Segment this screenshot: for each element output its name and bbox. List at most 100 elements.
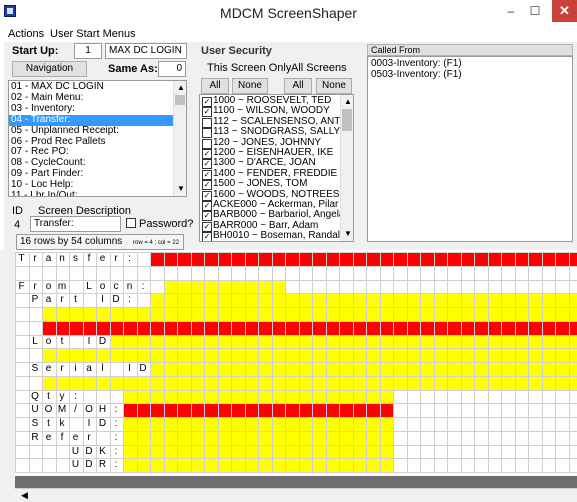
- navigation-button[interactable]: Navigation: [12, 61, 87, 77]
- startup-number-field[interactable]: 1: [74, 43, 102, 59]
- row-col-position: row = 4 ; col = 22: [133, 240, 180, 246]
- grid-char: U: [71, 445, 80, 457]
- grid-char: r: [60, 294, 64, 306]
- rows-cols-text: 16 rows by 54 columns: [20, 236, 123, 247]
- user-label: 113 ~ SNODGRASS, SALLY: [213, 126, 341, 138]
- grid-char: P: [31, 294, 39, 306]
- grid-char: S: [31, 418, 39, 429]
- grid-char: D: [98, 335, 107, 347]
- password-checkbox[interactable]: [126, 218, 136, 228]
- scroll-up-icon[interactable]: ▲: [177, 83, 185, 92]
- grid-char: S: [31, 363, 39, 374]
- scroll-thumb[interactable]: [342, 109, 352, 131]
- user-label: 1100 ~ WILSON, WOODY: [213, 105, 330, 117]
- field-band[interactable]: [150, 293, 577, 307]
- startup-name-field[interactable]: MAX DC LOGIN: [105, 43, 187, 59]
- screen-description-field[interactable]: Transfer:: [30, 216, 121, 232]
- grid-char: c: [113, 280, 119, 292]
- grid-char: m: [57, 280, 67, 292]
- grid-char: e: [72, 431, 79, 443]
- menus-scrollbar[interactable]: ▲ ▼: [173, 81, 186, 196]
- grid-char: r: [60, 363, 64, 374]
- grid-char: f: [87, 253, 91, 264]
- user-label: 1400 ~ FENDER, FREDDIE: [213, 167, 338, 179]
- menu-list-item[interactable]: 04 - Transfer:: [9, 114, 173, 126]
- close-button[interactable]: ✕: [552, 0, 577, 22]
- grid-char: t: [47, 418, 50, 429]
- grid-char: r: [114, 253, 118, 264]
- this-screen-none-button[interactable]: None: [232, 78, 268, 94]
- horizontal-scrollbar[interactable]: ◀: [15, 488, 577, 502]
- grid-char: e: [45, 363, 52, 374]
- grid-char: k: [59, 418, 65, 429]
- grid-char: i: [74, 363, 77, 374]
- grid-char: :: [114, 459, 118, 471]
- screen-grid[interactable]: Transfer:FromLocn:PartID:LotIDSerialIDQt…: [15, 252, 577, 476]
- user-label: 1500 ~ JONES, TOM: [213, 178, 308, 190]
- grid-char: r: [33, 253, 37, 264]
- grid-char: :: [114, 404, 118, 416]
- user-security-list[interactable]: ✓ 1000 ~ ROOSEVELT, TED ✓ 1100 ~ WILSON, WO…: [199, 94, 354, 242]
- grid-char: U: [31, 404, 39, 416]
- called-from-list[interactable]: 0003-Inventory: (F1) 0503-Inventory: (F1…: [367, 56, 573, 242]
- security-scrollbar[interactable]: ▲ ▼: [340, 95, 353, 241]
- grid-char: :: [114, 431, 118, 443]
- grid-char: f: [60, 431, 64, 443]
- this-screen-only-label: This Screen Only: [207, 62, 292, 74]
- grid-char: I: [101, 294, 104, 306]
- grid-char: :: [114, 445, 118, 457]
- menu-list-item[interactable]: 11 - Lbr In/Out:: [9, 190, 173, 196]
- scroll-up-icon[interactable]: ▲: [344, 97, 352, 106]
- grid-char: /: [74, 404, 77, 416]
- grid-char: Q: [31, 390, 39, 402]
- menu-list-item[interactable]: 05 - Unplanned Receipt:: [9, 125, 173, 137]
- this-screen-all-button[interactable]: All: [201, 78, 229, 94]
- menu-actions[interactable]: Actions: [8, 28, 44, 40]
- scroll-left-icon[interactable]: ◀: [21, 490, 28, 501]
- grid-char: y: [59, 390, 65, 402]
- user-checkbox[interactable]: ✓: [202, 232, 212, 241]
- grid-char: l: [101, 363, 104, 374]
- grid-char: :: [74, 390, 77, 402]
- user-security-title: User Security: [201, 45, 272, 57]
- user-label: 112 ~ SCALENSENSO, ANTONIO: [213, 115, 354, 127]
- field-band[interactable]: [163, 279, 285, 294]
- menu-user-start-menus[interactable]: User Start Menus: [50, 28, 136, 40]
- grid-char: D: [98, 418, 107, 429]
- grid-char: r: [33, 280, 37, 292]
- user-label: BARR000 ~ Barr, Adam: [213, 219, 319, 231]
- password-label: Password?: [139, 218, 194, 230]
- called-from-item[interactable]: 0503-Inventory: (F1): [368, 69, 572, 81]
- field-band[interactable]: [109, 334, 577, 349]
- startup-label: Start Up:: [12, 45, 59, 57]
- scroll-down-icon[interactable]: ▼: [177, 184, 185, 193]
- scroll-down-icon[interactable]: ▼: [344, 229, 352, 238]
- user-label: 120 ~ JONES, JOHNNY: [213, 136, 322, 148]
- grid-char: L: [32, 335, 38, 347]
- grid-char: t: [74, 294, 77, 306]
- grid-char: n: [59, 253, 65, 264]
- same-as-label: Same As:: [108, 63, 158, 75]
- user-security-item[interactable]: ✓ BH0010 ~ Boseman, Randall: [201, 230, 342, 241]
- user-label: BARB000 ~ Barbariol, Angela: [213, 209, 345, 221]
- called-from-title: Called From: [371, 45, 421, 55]
- minimize-button[interactable]: –: [500, 2, 522, 20]
- all-screens-all-button[interactable]: All: [284, 78, 312, 94]
- grid-char: I: [128, 363, 131, 374]
- maximize-button[interactable]: ☐: [524, 2, 546, 20]
- grid-char: D: [85, 445, 93, 457]
- id-label: ID: [12, 205, 23, 217]
- field-band[interactable]: [150, 252, 577, 266]
- all-screens-none-button[interactable]: None: [316, 78, 352, 94]
- grid-char: a: [45, 294, 52, 306]
- same-as-field[interactable]: 0: [158, 61, 186, 77]
- menus-listbox[interactable]: 01 - MAX DC LOGIN 02 - Main Menu: 03 - Inv…: [8, 80, 187, 197]
- scroll-thumb[interactable]: [175, 95, 185, 105]
- screen-id-value: 4: [14, 219, 21, 231]
- grid-char: F: [18, 280, 25, 292]
- left-gutter: [0, 250, 15, 502]
- grid-char: o: [45, 335, 52, 347]
- grid-char: U: [71, 459, 80, 471]
- field-band[interactable]: [150, 362, 577, 376]
- grid-char: o: [45, 280, 52, 292]
